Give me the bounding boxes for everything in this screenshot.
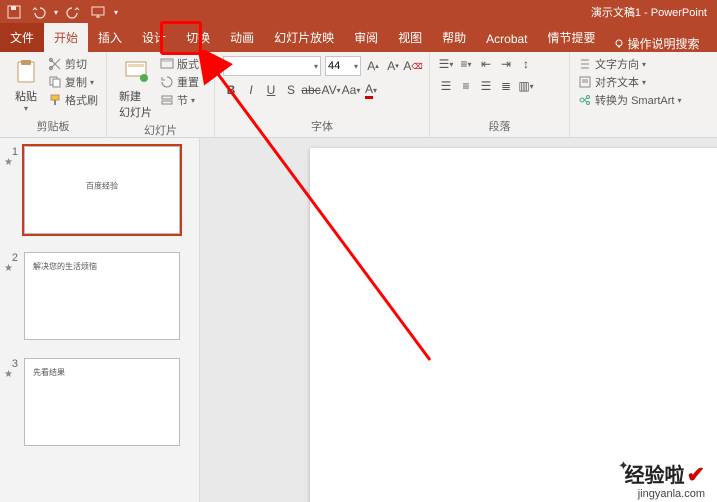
watermark-sub: jingyanla.com (638, 488, 705, 500)
slide-canvas-area[interactable]: 百度 单击此处 ✦ (200, 138, 717, 502)
font-name-combo[interactable]: ▾ (223, 56, 321, 76)
tab-storyline[interactable]: 情节提要 (538, 23, 606, 52)
workspace: 1★ 百度经验 2★ 解决您的生活烦恼 3★ 先看结果 百度 单击此处 ✦ (0, 138, 717, 502)
section-icon (160, 93, 174, 107)
smartart-button[interactable]: 转换为 SmartArt▾ (578, 92, 681, 108)
copy-icon (48, 75, 62, 89)
chevron-down-icon: ▾ (24, 104, 28, 113)
brush-icon (48, 93, 62, 107)
clipboard-group-label: 剪贴板 (8, 118, 98, 135)
reset-icon (160, 75, 174, 89)
tell-me-label: 操作说明搜索 (628, 35, 700, 52)
section-button[interactable]: 节▾ (160, 92, 206, 108)
tab-home[interactable]: 开始 (44, 23, 88, 52)
bullets-button[interactable]: ☰▾ (438, 56, 454, 72)
slides-group-label: 幻灯片 (115, 122, 206, 139)
align-left-button[interactable]: ☰ (438, 78, 454, 94)
tab-acrobat[interactable]: Acrobat (476, 26, 537, 52)
group-font: ▾ 44▾ A▴ A▾ A⌫ B I U S abc AV▾ Aa▾ A▾ 字体 (215, 52, 430, 137)
indent-left-button[interactable]: ⇤ (478, 56, 494, 72)
chevron-down-icon: ▾ (314, 62, 318, 71)
thumbnail-3[interactable]: 3★ 先看结果 (4, 358, 195, 446)
layout-icon (160, 57, 174, 71)
slide-thumbnails-pane: 1★ 百度经验 2★ 解决您的生活烦恼 3★ 先看结果 (0, 138, 200, 502)
increase-font-icon[interactable]: A▴ (365, 58, 381, 74)
thumbnail-slide[interactable]: 先看结果 (24, 358, 180, 446)
decrease-font-icon[interactable]: A▾ (385, 58, 401, 74)
ribbon-tabs: 文件 开始 插入 设计 切换 动画 幻灯片放映 审阅 视图 帮助 Acrobat… (0, 24, 717, 52)
justify-button[interactable]: ≣ (498, 78, 514, 94)
ribbon: 粘贴 ▾ 剪切 复制▾ 格式刷 剪贴板 新建 幻灯片 版式▾ 重置 节▾ 幻灯片 (0, 52, 717, 138)
slide[interactable]: 百度 单击此处 (310, 148, 717, 502)
thumbnail-slide[interactable]: 百度经验 (24, 146, 180, 234)
new-slide-label: 新建 幻灯片 (119, 88, 152, 120)
format-painter-button[interactable]: 格式刷 (48, 92, 98, 108)
columns-button[interactable]: ▥▾ (518, 78, 534, 94)
slideshow-start-icon[interactable] (90, 4, 106, 20)
strike-button[interactable]: abc (303, 82, 319, 98)
window-title: 演示文稿1 - PowerPoint (591, 4, 707, 20)
thumbnail-2[interactable]: 2★ 解决您的生活烦恼 (4, 252, 195, 340)
line-spacing-button[interactable]: ↕ (518, 56, 534, 72)
group-paragraph-extra: 文字方向▾ 对齐文本▾ 转换为 SmartArt▾ (570, 52, 689, 137)
char-spacing-button[interactable]: AV▾ (323, 82, 339, 98)
group-slides: 新建 幻灯片 版式▾ 重置 节▾ 幻灯片 (107, 52, 215, 137)
align-text-icon (578, 75, 592, 89)
text-direction-icon (578, 57, 592, 71)
reset-button[interactable]: 重置 (160, 74, 206, 90)
undo-icon[interactable] (30, 4, 46, 20)
scissors-icon (48, 57, 62, 71)
annotation-highlight-box (160, 21, 202, 55)
tab-slideshow[interactable]: 幻灯片放映 (264, 23, 344, 52)
new-slide-icon (122, 58, 150, 86)
font-color-button[interactable]: A▾ (363, 82, 379, 98)
undo-more-icon[interactable]: ▾ (54, 8, 58, 17)
text-direction-button[interactable]: 文字方向▾ (578, 56, 681, 72)
align-text-button[interactable]: 对齐文本▾ (578, 74, 681, 90)
tab-review[interactable]: 审阅 (344, 23, 388, 52)
paste-icon (12, 58, 40, 86)
bold-button[interactable]: B (223, 82, 239, 98)
layout-button[interactable]: 版式▾ (160, 56, 206, 72)
align-right-button[interactable]: ☰ (478, 78, 494, 94)
new-slide-button[interactable]: 新建 幻灯片 (115, 56, 156, 122)
tab-help[interactable]: 帮助 (432, 23, 476, 52)
checkmark-icon: ✔ (687, 462, 705, 488)
clear-formatting-icon[interactable]: A⌫ (405, 58, 421, 74)
redo-icon[interactable] (66, 4, 82, 20)
italic-button[interactable]: I (243, 82, 259, 98)
align-center-button[interactable]: ≡ (458, 78, 474, 94)
watermark: 经验啦✔ (625, 459, 705, 488)
bulb-icon (614, 39, 624, 49)
chevron-down-icon: ▾ (354, 62, 358, 71)
thumbnail-slide[interactable]: 解决您的生活烦恼 (24, 252, 180, 340)
underline-button[interactable]: U (263, 82, 279, 98)
tell-me-search[interactable]: 操作说明搜索 (606, 35, 708, 52)
paste-button[interactable]: 粘贴 ▾ (8, 56, 44, 115)
cut-button[interactable]: 剪切 (48, 56, 98, 72)
thumbnail-1[interactable]: 1★ 百度经验 (4, 146, 195, 234)
font-size-combo[interactable]: 44▾ (325, 56, 361, 76)
animation-star-icon: ★ (4, 158, 18, 168)
qat-more-icon[interactable]: ▾ (114, 8, 118, 17)
font-group-label: 字体 (223, 118, 421, 135)
change-case-button[interactable]: Aa▾ (343, 82, 359, 98)
paragraph-group-label: 段落 (438, 118, 561, 135)
animation-star-icon: ★ (4, 264, 18, 274)
shadow-button[interactable]: S (283, 82, 299, 98)
animation-star-icon: ★ (4, 370, 18, 380)
tab-animations[interactable]: 动画 (220, 23, 264, 52)
tab-view[interactable]: 视图 (388, 23, 432, 52)
paste-label: 粘贴 (15, 88, 37, 104)
group-clipboard: 粘贴 ▾ 剪切 复制▾ 格式刷 剪贴板 (0, 52, 107, 137)
group-paragraph: ☰▾ ≡▾ ⇤ ⇥ ↕ ☰ ≡ ☰ ≣ ▥▾ 段落 (430, 52, 570, 137)
numbering-button[interactable]: ≡▾ (458, 56, 474, 72)
smartart-icon (578, 93, 592, 107)
tab-insert[interactable]: 插入 (88, 23, 132, 52)
save-icon[interactable] (6, 4, 22, 20)
tab-file[interactable]: 文件 (0, 23, 44, 52)
copy-button[interactable]: 复制▾ (48, 74, 98, 90)
indent-right-button[interactable]: ⇥ (498, 56, 514, 72)
